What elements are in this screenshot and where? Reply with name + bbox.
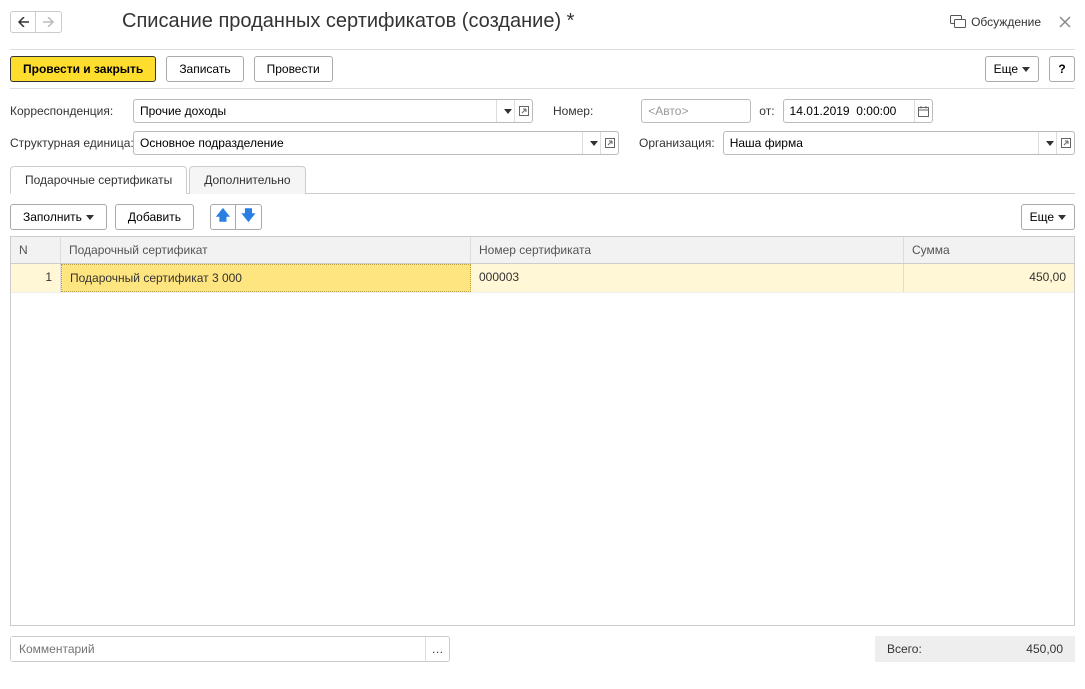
org-label: Организация: (639, 136, 715, 150)
open-button[interactable] (1056, 132, 1074, 154)
cell-n[interactable]: 1 (11, 264, 61, 292)
close-button[interactable] (1055, 16, 1075, 28)
org-input-wrap (723, 131, 1075, 155)
number-label: Номер: (553, 104, 593, 118)
form-row-1: Корреспонденция: Номер: <Авто> от: (10, 99, 1075, 123)
nav-forward-button[interactable] (36, 11, 62, 33)
col-header-cert-number[interactable]: Номер сертификата (471, 237, 904, 263)
cell-cert-number[interactable]: 000003 (471, 264, 904, 292)
open-button[interactable] (600, 132, 618, 154)
cell-certificate[interactable]: Подарочный сертификат 3 000 (61, 264, 471, 292)
col-header-sum[interactable]: Сумма (904, 237, 1074, 263)
more-button[interactable]: Еще (985, 56, 1039, 82)
number-placeholder: <Авто> (642, 100, 694, 122)
form-row-2: Структурная единица: Организация: (10, 131, 1075, 155)
total-value: 450,00 (1026, 642, 1063, 656)
dropdown-button[interactable] (1038, 132, 1056, 154)
arrow-down-icon: 🡇 (241, 205, 255, 229)
chevron-down-icon (86, 215, 94, 220)
date-input-wrap (783, 99, 933, 123)
total-label: Всего: (887, 642, 922, 656)
arrow-left-icon (17, 17, 29, 27)
comment-input[interactable] (11, 637, 425, 661)
table-more-button[interactable]: Еще (1021, 204, 1075, 230)
move-down-button[interactable]: 🡇 (236, 204, 262, 230)
col-header-certificate[interactable]: Подарочный сертификат (61, 237, 471, 263)
correspondence-label: Корреспонденция: (10, 104, 125, 118)
from-label: от: (759, 104, 774, 118)
chat-icon (950, 15, 966, 29)
arrow-right-icon (43, 17, 55, 27)
close-icon (1059, 16, 1071, 28)
chevron-down-icon (1058, 215, 1066, 220)
calendar-button[interactable] (914, 100, 932, 122)
move-up-button[interactable]: 🡅 (210, 204, 236, 230)
page-title: Списание проданных сертификатов (создани… (122, 10, 574, 33)
write-button[interactable]: Записать (166, 56, 243, 82)
command-bar: Провести и закрыть Записать Провести Еще… (10, 49, 1075, 89)
cell-sum[interactable]: 450,00 (904, 264, 1074, 292)
add-button[interactable]: Добавить (115, 204, 194, 230)
certificates-grid[interactable]: N Подарочный сертификат Номер сертификат… (10, 236, 1075, 626)
calendar-icon (918, 106, 929, 117)
correspondence-input-wrap (133, 99, 533, 123)
top-right: Обсуждение (950, 15, 1075, 29)
tab-strip: Подарочные сертификаты Дополнительно (10, 165, 1075, 194)
tab-additional[interactable]: Дополнительно (189, 166, 305, 194)
date-input[interactable] (784, 100, 914, 122)
form-fields: Корреспонденция: Номер: <Авто> от: Струк… (10, 99, 1075, 155)
discussion-label: Обсуждение (971, 15, 1041, 29)
topbar: Списание проданных сертификатов (создани… (10, 10, 1075, 33)
unit-input-wrap (133, 131, 619, 155)
post-and-close-button[interactable]: Провести и закрыть (10, 56, 156, 82)
unit-label: Структурная единица: (10, 136, 125, 150)
comment-more-button[interactable]: … (425, 637, 449, 661)
table-toolbar: Заполнить Добавить 🡅 🡇 Еще (10, 204, 1075, 230)
chevron-down-icon (1022, 67, 1030, 72)
total-box: Всего: 450,00 (875, 636, 1075, 662)
grid-header: N Подарочный сертификат Номер сертификат… (11, 237, 1074, 264)
more-label: Еще (994, 62, 1018, 76)
post-button[interactable]: Провести (254, 56, 333, 82)
footer: … Всего: 450,00 (10, 636, 1075, 662)
open-icon (605, 138, 615, 148)
chevron-down-icon (504, 109, 512, 114)
discussion-button[interactable]: Обсуждение (950, 15, 1041, 29)
correspondence-input[interactable] (134, 100, 496, 122)
chevron-down-icon (590, 141, 598, 146)
fill-label: Заполнить (23, 210, 82, 224)
fill-button[interactable]: Заполнить (10, 204, 107, 230)
arrow-up-icon: 🡅 (216, 205, 230, 229)
tab-certificates[interactable]: Подарочные сертификаты (10, 166, 187, 194)
open-icon (1061, 138, 1071, 148)
table-row[interactable]: 1 Подарочный сертификат 3 000 000003 450… (11, 264, 1074, 293)
chevron-down-icon (1046, 141, 1054, 146)
help-button[interactable]: ? (1049, 56, 1075, 82)
comment-wrap: … (10, 636, 450, 662)
org-input[interactable] (724, 132, 1038, 154)
open-button[interactable] (514, 100, 532, 122)
ellipsis-icon: … (432, 642, 444, 656)
open-icon (519, 106, 529, 116)
dropdown-button[interactable] (582, 132, 600, 154)
dropdown-button[interactable] (496, 100, 514, 122)
more-label: Еще (1030, 210, 1054, 224)
number-input-wrap: <Авто> (641, 99, 751, 123)
unit-input[interactable] (134, 132, 582, 154)
nav-back-button[interactable] (10, 11, 36, 33)
col-header-n[interactable]: N (11, 237, 61, 263)
